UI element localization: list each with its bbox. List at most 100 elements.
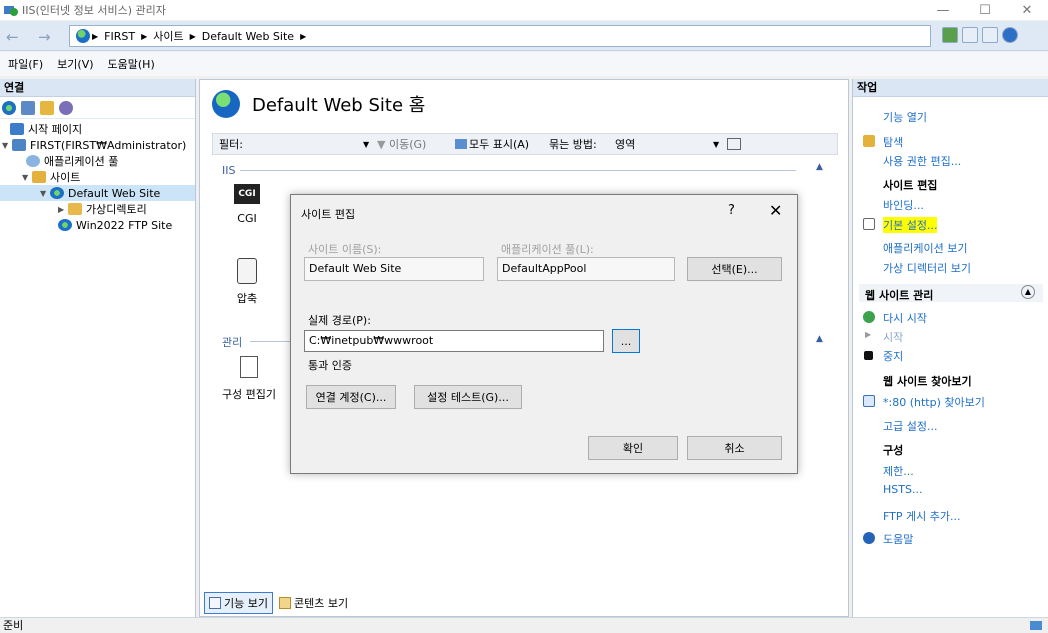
tree-node-virtual-dir[interactable]: ▶ 가상디렉토리 [0,201,195,217]
action-basic-settings[interactable]: 기본 설정... [883,217,938,233]
feature-config-editor[interactable]: 구성 편집기 [214,356,284,402]
test-settings-button[interactable]: 설정 테스트(G)... [414,385,522,409]
browse-icon [863,395,875,407]
content-view-icon [278,597,291,609]
view-mode-icon[interactable] [727,138,741,150]
iis-app-icon [4,6,18,16]
filter-input[interactable] [253,135,371,153]
save-icon[interactable] [21,100,35,115]
edit-site-dialog: 사이트 편집 ? ✕ 사이트 이름(S): Default Web Site 애… [290,194,798,474]
pass-through-auth-label: 통과 인증 [308,359,352,372]
tree-node-server[interactable]: ▼ FIRST(FIRST₩Administrator) [0,137,195,153]
show-all-button[interactable]: 모두 표시(A) [455,136,529,152]
sites-folder-icon [32,171,46,183]
help-icon[interactable] [1002,27,1018,43]
forward-button[interactable]: → [38,28,51,46]
browse-website-header: 웹 사이트 찾아보기 [883,375,972,388]
app-pool-icon [26,155,40,167]
virtual-dir-icon [68,203,82,215]
action-explore[interactable]: 탐색 [883,134,903,150]
feature-cgi[interactable]: CGI CGI [222,184,272,225]
action-add-ftp-publishing[interactable]: FTP 게시 추가... [883,508,960,524]
close-window-button[interactable]: ✕ [1006,0,1048,20]
action-view-applications[interactable]: 애플리케이션 보기 [883,240,967,256]
collapse-icon[interactable]: ▼ [22,173,32,182]
collapse-section-icon[interactable]: ▲ [816,162,823,172]
breadcrumb-site[interactable]: Default Web Site [202,30,294,43]
ok-button[interactable]: 확인 [588,436,678,460]
action-limits[interactable]: 제한... [883,463,914,479]
collapse-icon[interactable]: ▼ [40,189,50,198]
menu-help[interactable]: 도움말(H) [108,56,155,72]
dialog-help-button[interactable]: ? [728,203,735,218]
status-bar: 준비 [0,617,1048,633]
physical-path-input[interactable]: C:₩inetpub₩wwwroot [304,330,604,352]
filter-label: 필터: [219,138,243,151]
action-help[interactable]: 도움말 [883,531,913,547]
tab-features-view[interactable]: 기능 보기 [204,592,273,614]
server-icon [12,139,26,151]
page-title: Default Web Site 홈 [252,95,426,116]
connect-icon[interactable] [942,27,958,43]
actions-header: 작업 [853,79,1048,97]
menu-view[interactable]: 보기(V) [57,56,93,72]
app-pool-label: 애플리케이션 풀(L): [501,243,594,256]
group-by-select[interactable]: 영역 [615,136,725,152]
status-text: 준비 [3,619,24,632]
action-bindings[interactable]: 바인딩... [883,197,924,213]
website-globe-icon [212,90,240,118]
site-edit-header: 사이트 편집 [883,179,938,192]
cancel-button[interactable]: 취소 [687,436,782,460]
action-hsts[interactable]: HSTS... [883,483,922,496]
select-app-pool-button[interactable]: 선택(E)... [687,257,782,281]
action-browse-80[interactable]: *:80 (http) 찾아보기 [883,394,985,410]
menu-file[interactable]: 파일(F) [8,56,43,72]
action-stop[interactable]: 중지 [883,348,903,364]
collapse-icon[interactable]: ▼ [2,141,12,150]
action-advanced-settings[interactable]: 고급 설정... [883,418,937,434]
disconnect-icon[interactable] [59,100,73,115]
dialog-close-button[interactable]: ✕ [769,201,782,220]
maximize-button[interactable]: ☐ [964,0,1006,20]
tree-node-ftp-site[interactable]: Win2022 FTP Site [0,217,195,233]
breadcrumb[interactable]: ▶ FIRST ▶ 사이트 ▶ Default Web Site ▶ [69,25,931,47]
connections-toolbar [0,97,195,119]
connect-icon[interactable] [2,100,16,115]
ftp-site-icon [58,219,72,231]
up-level-icon[interactable] [40,100,54,115]
stop-icon[interactable] [962,27,978,43]
tree-node-default-web-site[interactable]: ▼ Default Web Site [0,185,195,201]
action-restart[interactable]: 다시 시작 [883,310,927,326]
help-icon [863,532,875,544]
section-management: 관리 [222,336,243,349]
minimize-button[interactable]: — [922,0,964,20]
action-start: 시작 [883,331,904,344]
breadcrumb-server[interactable]: FIRST [104,30,135,43]
filter-go-button[interactable]: ▼ 이동(G) [377,136,426,152]
action-edit-permissions[interactable]: 사용 권한 편집... [883,153,961,169]
connections-pane: 연결 시작 페이지 ▼ FIRST(FIRST₩Administrator) 애… [0,79,196,617]
connections-tree: 시작 페이지 ▼ FIRST(FIRST₩Administrator) 애플리케… [0,119,195,233]
tree-node-app-pools[interactable]: 애플리케이션 풀 [0,153,195,169]
collapse-group-icon[interactable]: ▲ [1021,285,1035,299]
filter-dropdown-icon[interactable]: ▼ [363,140,369,149]
status-network-icon [1030,621,1042,630]
connect-as-button[interactable]: 연결 계정(C)... [306,385,396,409]
window-title: IIS(인터넷 정보 서비스) 관리자 [22,4,166,17]
browse-path-button[interactable]: ... [612,329,640,353]
action-view-virtual-dirs[interactable]: 가상 디렉터리 보기 [883,260,971,276]
back-button[interactable]: ← [6,28,19,46]
features-view-icon [209,597,221,609]
group-by-dropdown-icon[interactable]: ▼ [713,140,719,149]
tree-node-start-page[interactable]: 시작 페이지 [0,121,195,137]
collapse-section-icon[interactable]: ▲ [816,334,823,344]
physical-path-label: 실제 경로(P): [308,314,371,327]
tree-node-sites[interactable]: ▼ 사이트 [0,169,195,185]
tab-content-view[interactable]: 콘텐츠 보기 [275,592,352,614]
action-open-feature[interactable]: 기능 열기 [883,109,927,125]
breadcrumb-sites[interactable]: 사이트 [153,28,183,44]
feature-compression[interactable]: 압축 [222,258,272,306]
home-icon[interactable] [982,27,998,43]
expand-icon[interactable]: ▶ [58,205,68,214]
explore-icon [863,135,875,147]
